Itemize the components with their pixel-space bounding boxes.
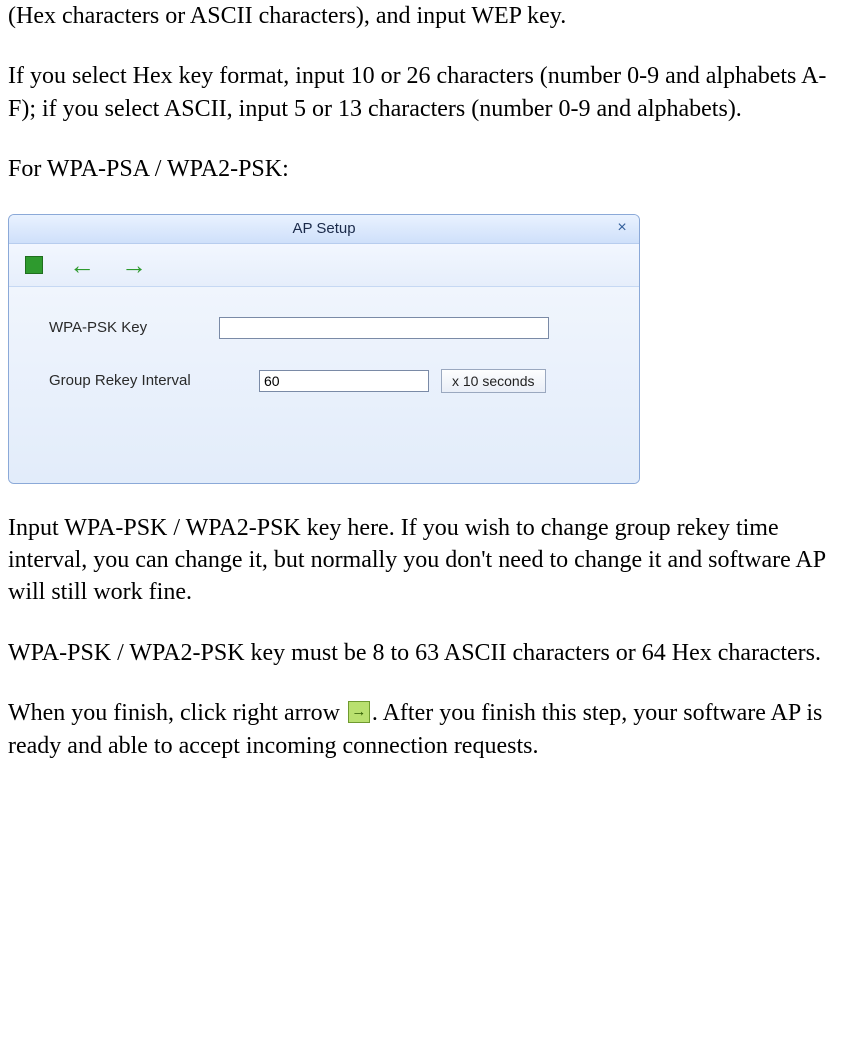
rekey-label: Group Rekey Interval (49, 372, 259, 389)
rekey-row: Group Rekey Interval x 10 seconds (49, 369, 599, 393)
paragraph-hex-ascii: If you select Hex key format, input 10 o… (8, 60, 846, 125)
paragraph-wpa-instructions: Input WPA-PSK / WPA2-PSK key here. If yo… (8, 512, 846, 609)
nav-row: ← → (9, 244, 639, 287)
stop-icon[interactable] (25, 256, 43, 274)
forward-arrow-icon[interactable]: → (121, 252, 147, 278)
wpa-key-input[interactable] (219, 317, 549, 339)
right-arrow-icon (348, 701, 370, 723)
ap-setup-dialog: AP Setup × ← → WPA-PSK Key Group Rekey I… (8, 214, 640, 484)
back-arrow-icon[interactable]: ← (69, 252, 95, 278)
titlebar: AP Setup × (9, 215, 639, 244)
paragraph-wpa-length: WPA-PSK / WPA2-PSK key must be 8 to 63 A… (8, 637, 846, 669)
rekey-input[interactable] (259, 370, 429, 392)
dialog-title: AP Setup (9, 220, 639, 237)
wpa-key-row: WPA-PSK Key (49, 317, 599, 339)
dialog-body: WPA-PSK Key Group Rekey Interval x 10 se… (9, 287, 639, 483)
wpa-key-label: WPA-PSK Key (49, 319, 219, 336)
close-icon[interactable]: × (611, 219, 633, 237)
paragraph-finish: When you finish, click right arrow . Aft… (8, 697, 846, 762)
paragraph-wpa-heading: For WPA-PSA / WPA2-PSK: (8, 153, 846, 185)
paragraph-wep-format: (Hex characters or ASCII characters), an… (8, 0, 846, 32)
rekey-unit-button[interactable]: x 10 seconds (441, 369, 546, 393)
finish-text-before: When you finish, click right arrow (8, 700, 346, 726)
